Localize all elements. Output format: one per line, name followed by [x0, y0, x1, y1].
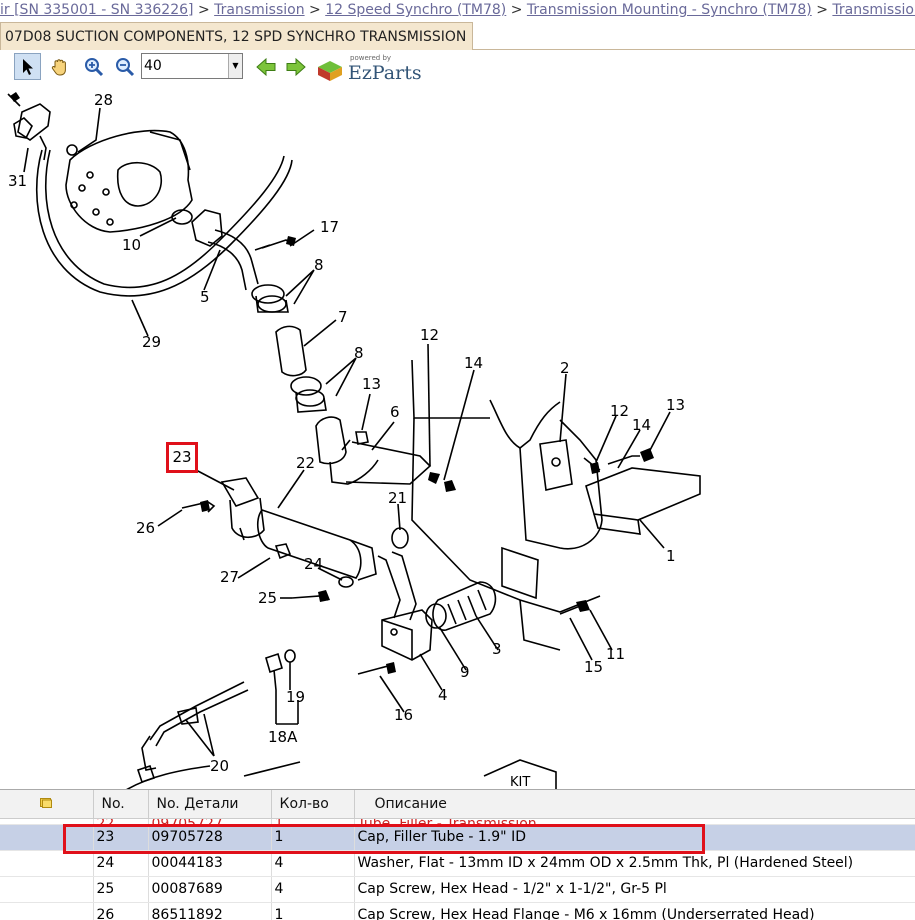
cell-part: 00044183 — [148, 850, 272, 877]
zoom-input[interactable] — [144, 56, 228, 76]
diagram-bolt-markers — [10, 92, 654, 674]
diagram-linework — [7, 93, 701, 790]
callout-23-highlight[interactable]: 23 — [166, 442, 198, 473]
zoom-in-button[interactable] — [80, 53, 107, 80]
callout-16[interactable]: 16 — [394, 706, 413, 724]
callout-28[interactable]: 28 — [94, 91, 113, 109]
diagram-callout-labels: 28 31 10 17 8 5 7 29 8 13 12 14 2 6 12 1… — [8, 91, 685, 790]
pointer-tool-button[interactable] — [14, 53, 41, 80]
cell-part: 86511892 — [148, 902, 272, 920]
cell-desc: Cap, Filler Tube - 1.9" ID — [354, 824, 915, 851]
back-button[interactable] — [252, 53, 279, 80]
pointer-icon — [22, 58, 33, 75]
tab-bar: 07D08 SUCTION COMPONENTS, 12 SPD SYNCHRO… — [0, 22, 915, 50]
callout-22[interactable]: 22 — [296, 454, 315, 472]
callout-26[interactable]: 26 — [136, 519, 155, 537]
cell-part: 09705728 — [148, 824, 272, 851]
breadcrumb-separator: > — [510, 2, 523, 18]
cell-desc: Cap Screw, Hex Head Flange - M6 x 16mm (… — [354, 902, 915, 920]
callout-24[interactable]: 24 — [304, 555, 323, 573]
callout-15[interactable]: 15 — [584, 658, 603, 676]
table-row-selected[interactable]: 23 09705728 1 Cap, Filler Tube - 1.9" ID — [0, 824, 915, 851]
breadcrumb-separator: > — [816, 2, 828, 18]
callout-10[interactable]: 10 — [122, 236, 141, 254]
breadcrumb: ir [SN 335001 - SN 336226] > Transmissio… — [0, 0, 915, 20]
callout-12[interactable]: 12 — [420, 326, 439, 344]
chevron-down-icon[interactable]: ▼ — [228, 54, 242, 78]
breadcrumb-transmission-link[interactable]: Transmission — [214, 2, 304, 18]
column-description-header[interactable]: Описание — [354, 790, 915, 819]
back-arrow-icon — [255, 57, 275, 76]
breadcrumb-separator: > — [197, 2, 210, 18]
callout-27[interactable]: 27 — [220, 568, 239, 586]
callout-4[interactable]: 4 — [438, 686, 448, 704]
callout-20[interactable]: 20 — [210, 757, 229, 775]
parts-table: No. No. Детали Кол-во Описание 22 097057… — [0, 790, 915, 920]
logo-name-text: EzParts — [348, 62, 422, 84]
callout-7[interactable]: 7 — [338, 308, 348, 326]
callout-1[interactable]: 1 — [666, 547, 676, 565]
cell-no: 24 — [93, 850, 149, 877]
callout-13-right[interactable]: 13 — [666, 396, 685, 414]
callout-9[interactable]: 9 — [460, 663, 470, 681]
breadcrumb-12-speed-link[interactable]: 12 Speed Synchro (TM78) — [325, 2, 506, 18]
tab-diagram[interactable]: 07D08 SUCTION COMPONENTS, 12 SPD SYNCHRO… — [0, 22, 474, 50]
pan-tool-button[interactable] — [46, 53, 73, 80]
callout-19[interactable]: 19 — [286, 688, 305, 706]
callout-12-right[interactable]: 12 — [610, 402, 629, 420]
breadcrumb-mounting-link[interactable]: Transmission Mounting - Synchro (TM78) — [527, 2, 812, 18]
table-row[interactable]: 25 00087689 4 Cap Screw, Hex Head - 1/2"… — [0, 876, 915, 903]
table-header-row: No. No. Детали Кол-во Описание — [0, 790, 915, 819]
callout-3[interactable]: 3 — [492, 640, 502, 658]
callout-6[interactable]: 6 — [390, 403, 400, 421]
column-qty-header[interactable]: Кол-во — [271, 790, 355, 819]
forward-arrow-icon — [286, 57, 306, 76]
forward-button[interactable] — [282, 53, 309, 80]
callout-2[interactable]: 2 — [560, 359, 570, 377]
kit-label: KIT — [510, 775, 530, 790]
callout-29[interactable]: 29 — [142, 333, 161, 351]
callout-18a[interactable]: 18A — [268, 728, 298, 746]
column-icon-header[interactable] — [0, 790, 94, 819]
cell-no: 26 — [93, 902, 149, 920]
zoom-out-icon — [115, 57, 134, 76]
breadcrumb-model-link[interactable]: ir [SN 335001 - SN 336226] — [0, 2, 193, 18]
callout-31[interactable]: 31 — [8, 172, 27, 190]
callout-5[interactable]: 5 — [200, 288, 210, 306]
callout-13[interactable]: 13 — [362, 375, 381, 393]
column-no-header[interactable]: No. — [93, 790, 149, 819]
table-row[interactable]: 26 86511892 1 Cap Screw, Hex Head Flange… — [0, 902, 915, 920]
cell-part: 00087689 — [148, 876, 272, 903]
cell-qty: 4 — [271, 876, 355, 903]
cell-no: 23 — [93, 824, 149, 851]
callout-8-lower[interactable]: 8 — [354, 344, 364, 362]
breadcrumb-transmission-2-link[interactable]: Transmission — [832, 2, 915, 18]
callout-11[interactable]: 11 — [606, 645, 625, 663]
callout-14-right[interactable]: 14 — [632, 416, 651, 434]
ezparts-logo: powered by EzParts — [316, 54, 426, 85]
callout-8[interactable]: 8 — [314, 256, 324, 274]
cell-qty: 4 — [271, 850, 355, 877]
table-row[interactable]: 24 00044183 4 Washer, Flat - 13mm ID x 2… — [0, 850, 915, 877]
cell-desc: Washer, Flat - 13mm ID x 24mm OD x 2.5mm… — [354, 850, 915, 877]
parts-diagram[interactable]: 28 31 10 17 8 5 7 29 8 13 12 14 2 6 12 1… — [0, 84, 915, 790]
cell-desc: Cap Screw, Hex Head - 1/2" x 1-1/2", Gr-… — [354, 876, 915, 903]
zoom-out-button[interactable] — [111, 53, 138, 80]
breadcrumb-separator: > — [309, 2, 321, 18]
callout-25[interactable]: 25 — [258, 589, 277, 607]
zoom-select[interactable]: ▼ — [141, 53, 243, 79]
notes-icon — [40, 797, 53, 808]
column-part-number-header[interactable]: No. Детали — [148, 790, 272, 819]
cell-qty: 1 — [271, 824, 355, 851]
callout-21[interactable]: 21 — [388, 489, 407, 507]
cell-qty: 1 — [271, 902, 355, 920]
parts-list: No. No. Детали Кол-во Описание 22 097057… — [0, 789, 915, 920]
callout-17[interactable]: 17 — [320, 218, 339, 236]
zoom-in-icon — [84, 57, 103, 76]
cell-no: 25 — [93, 876, 149, 903]
callout-14[interactable]: 14 — [464, 354, 483, 372]
hand-pan-icon — [51, 58, 66, 75]
logo-powered-text: powered by — [350, 54, 392, 62]
